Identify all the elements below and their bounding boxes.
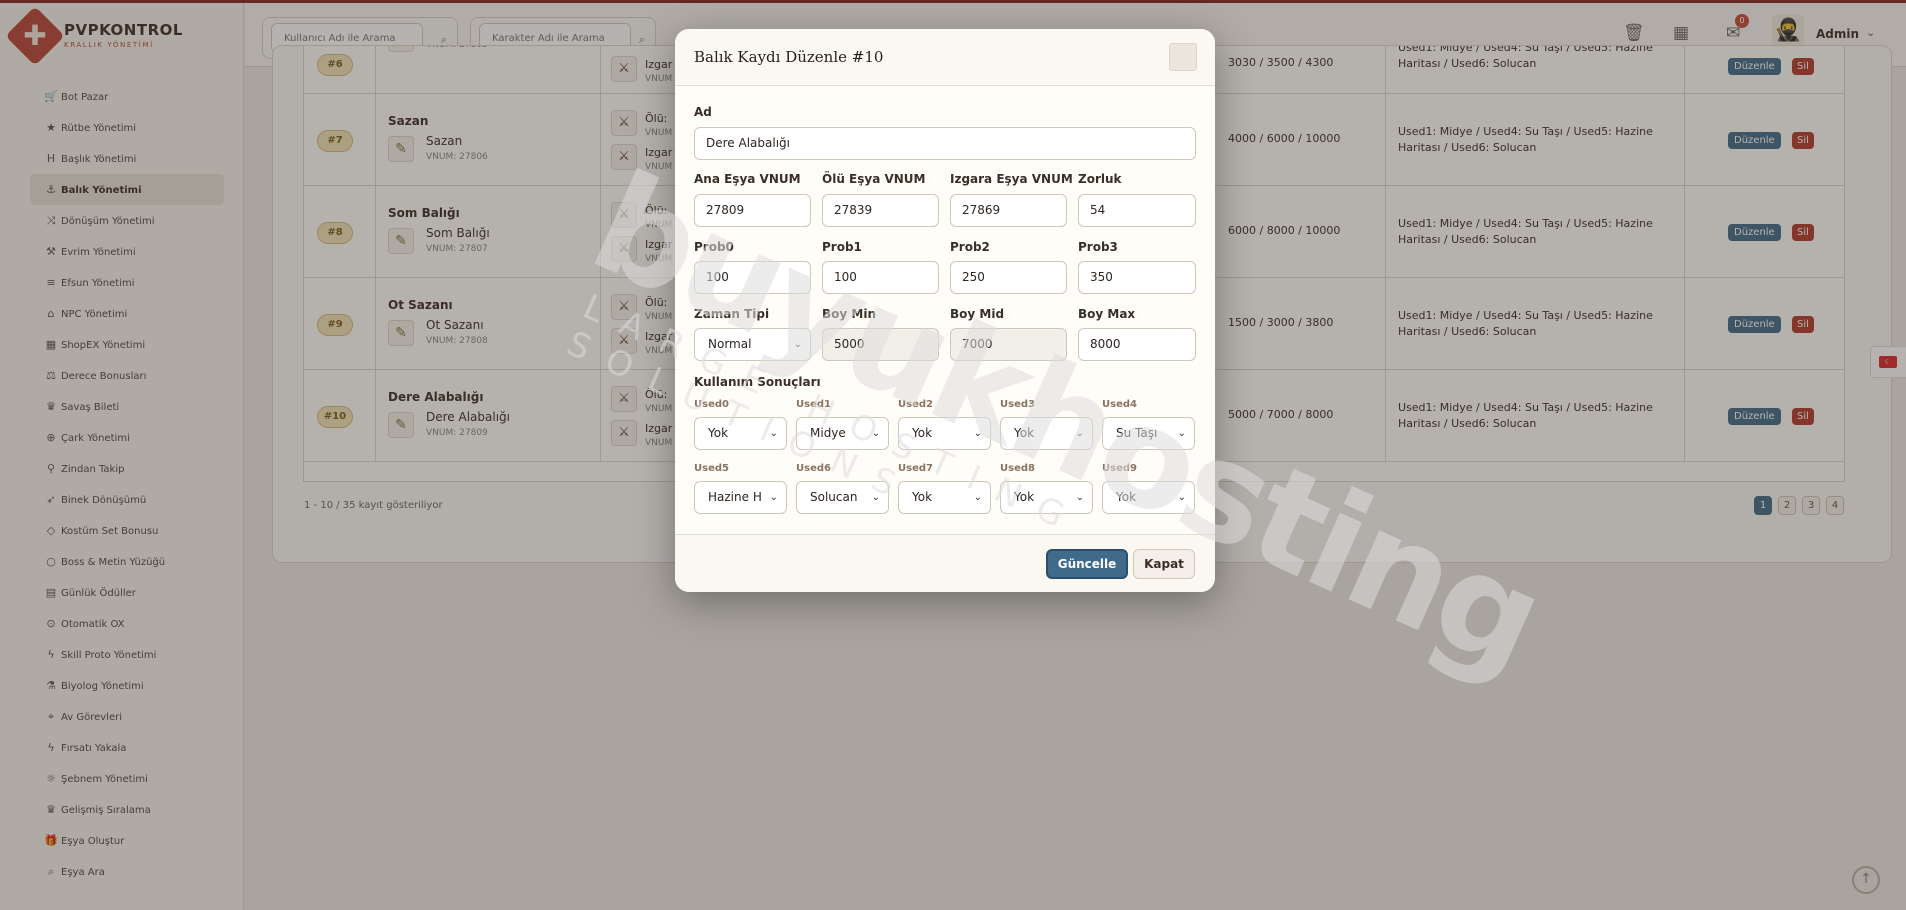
used-select[interactable]: Solucan ⌄ (796, 481, 889, 514)
field-label: Boy Max (1078, 307, 1136, 321)
chevron-down-icon: ⌄ (871, 492, 880, 503)
edit-fish-modal: Balık Kaydı Düzenle #10 Ad Dere Alabalığ… (675, 29, 1215, 592)
used-value: Solucan (810, 490, 858, 504)
used-value: Yok (1116, 490, 1137, 504)
used-label: Used2 (898, 399, 933, 410)
field-input[interactable]: 27839 (822, 194, 939, 227)
used-label: Used3 (1000, 399, 1035, 410)
field-label: Prob0 (694, 240, 734, 254)
used-select[interactable]: Su Taşı ⌄ (1102, 417, 1195, 450)
used-value: Yok (1014, 426, 1035, 440)
field-input[interactable]: 100 (694, 261, 811, 294)
used-value: Hazine H (708, 490, 762, 504)
used-label: Used9 (1102, 463, 1137, 474)
field-input[interactable]: 350 (1078, 261, 1196, 294)
used-label: Used6 (796, 463, 831, 474)
used-select[interactable]: Yok ⌄ (694, 417, 787, 450)
name-input[interactable]: Dere Alabalığı (694, 127, 1196, 160)
field-input[interactable]: 250 (950, 261, 1067, 294)
chevron-down-icon: ⌄ (973, 492, 982, 503)
field-input[interactable]: 27809 (694, 194, 811, 227)
field-input[interactable]: 5000 (822, 328, 939, 361)
chevron-down-icon: ⌄ (973, 428, 982, 439)
chevron-down-icon: ⌄ (1075, 492, 1084, 503)
field-label: Ana Eşya VNUM (694, 172, 801, 186)
field-label: Prob3 (1078, 240, 1118, 254)
field-input[interactable]: 7000 (950, 328, 1067, 361)
update-button[interactable]: Güncelle (1046, 549, 1128, 579)
time-type-label: Zaman Tipi (694, 307, 770, 321)
chevron-down-icon: ⌄ (1177, 428, 1186, 439)
used-value: Midye (810, 426, 846, 440)
used-label: Used0 (694, 399, 729, 410)
used-value: Yok (912, 426, 933, 440)
used-label: Used8 (1000, 463, 1035, 474)
used-select[interactable]: Yok ⌄ (898, 417, 991, 450)
modal-footer: Güncelle Kapat (675, 534, 1215, 592)
chevron-down-icon: ⌄ (871, 428, 880, 439)
usage-results-title: Kullanım Sonuçları (694, 375, 821, 389)
used-label: Used5 (694, 463, 729, 474)
used-label: Used4 (1102, 399, 1137, 410)
chevron-down-icon: ⌄ (793, 339, 802, 350)
time-type-select[interactable]: Normal ⌄ (694, 328, 811, 361)
used-value: Yok (708, 426, 729, 440)
used-value: Su Taşı (1116, 426, 1158, 440)
close-button[interactable]: Kapat (1133, 549, 1195, 579)
chevron-down-icon: ⌄ (1177, 492, 1186, 503)
modal-header: Balık Kaydı Düzenle #10 (675, 29, 1215, 86)
field-input[interactable]: 54 (1078, 194, 1196, 227)
field-label: Boy Mid (950, 307, 1005, 321)
field-label: Prob1 (822, 240, 862, 254)
close-icon[interactable] (1169, 43, 1197, 71)
used-select[interactable]: Yok ⌄ (1000, 417, 1093, 450)
field-label: Prob2 (950, 240, 990, 254)
field-input[interactable]: 8000 (1078, 328, 1196, 361)
chevron-down-icon: ⌄ (769, 428, 778, 439)
field-label: Zorluk (1078, 172, 1122, 186)
used-select[interactable]: Yok ⌄ (1102, 481, 1195, 514)
chevron-down-icon: ⌄ (1075, 428, 1084, 439)
used-label: Used1 (796, 399, 831, 410)
used-label: Used7 (898, 463, 933, 474)
field-label: Boy Min (822, 307, 876, 321)
field-label: Ölü Eşya VNUM (822, 172, 926, 186)
field-input[interactable]: 100 (822, 261, 939, 294)
used-select[interactable]: Hazine H ⌄ (694, 481, 787, 514)
used-value: Yok (1014, 490, 1035, 504)
used-value: Yok (912, 490, 933, 504)
field-label: Izgara Eşya VNUM (950, 172, 1073, 186)
name-label: Ad (694, 105, 712, 119)
field-input[interactable]: 27869 (950, 194, 1067, 227)
used-select[interactable]: Yok ⌄ (1000, 481, 1093, 514)
modal-title: Balık Kaydı Düzenle #10 (694, 48, 884, 66)
chevron-down-icon: ⌄ (769, 492, 778, 503)
used-select[interactable]: Yok ⌄ (898, 481, 991, 514)
used-select[interactable]: Midye ⌄ (796, 417, 889, 450)
